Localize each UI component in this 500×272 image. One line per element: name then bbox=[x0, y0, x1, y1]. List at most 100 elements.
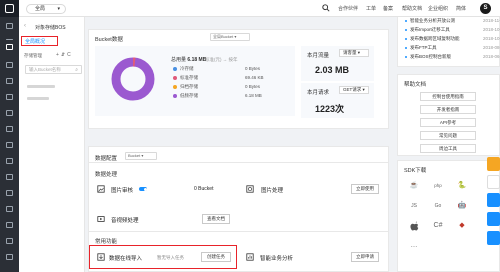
ios-icon[interactable] bbox=[405, 219, 423, 233]
grid-icon[interactable] bbox=[6, 23, 13, 29]
region-select[interactable]: 全局 ▾ bbox=[26, 4, 66, 14]
sdk-card: SDK下载 ☕ php 🐍 JS Go 🤖 C# ◆ … bbox=[397, 160, 500, 272]
menu-line-icon bbox=[6, 39, 13, 40]
csharp-icon[interactable]: C# bbox=[429, 219, 447, 233]
expand-icon[interactable] bbox=[6, 44, 13, 50]
view-docs-button[interactable]: 查看文档 bbox=[202, 214, 230, 224]
topnav-ticket[interactable]: 工单 bbox=[366, 5, 376, 12]
help-link-tools[interactable]: 周边工具 bbox=[420, 144, 476, 153]
search-icon[interactable] bbox=[322, 4, 330, 12]
feedback-float-button[interactable] bbox=[487, 157, 500, 171]
use-now-button[interactable]: 立即使用 bbox=[351, 184, 379, 194]
config-bucket-select[interactable]: Bucket ▾ bbox=[125, 152, 157, 160]
bullet-icon bbox=[405, 28, 407, 31]
smart-analysis-label: 智能业务分析 bbox=[260, 256, 294, 262]
chevron-down-icon: ▾ bbox=[57, 6, 60, 12]
bucket-search-input[interactable]: 输入Bucket名称 ⌕ bbox=[25, 65, 82, 74]
android-icon[interactable]: 🤖 bbox=[453, 199, 471, 213]
image-audit-toggle[interactable] bbox=[139, 187, 147, 191]
data-processing-card: 数据处理 图片审核 0 Bucket 图片处理 立即使用 音视频处理 查看文档 bbox=[88, 162, 389, 237]
news-date: 2018-10-16 bbox=[483, 27, 500, 32]
settings-icon[interactable] bbox=[6, 254, 13, 260]
request-type-value: GET请求 bbox=[343, 87, 362, 92]
cdn-icon[interactable] bbox=[6, 142, 13, 148]
legend-infrequent: 低频存储 bbox=[173, 93, 198, 99]
network-icon[interactable] bbox=[6, 94, 13, 100]
total-usage-value: 6.18 MB bbox=[187, 57, 207, 63]
image-processing-label: 图片处理 bbox=[261, 188, 284, 194]
news-title: 发布数据跨区域复制功能 bbox=[410, 36, 460, 41]
doc-float-button[interactable] bbox=[487, 212, 500, 226]
bucket-data-card: Bucket数据 全局Bucket ▾ 总用量 6.18 MB 标准(元) → … bbox=[88, 29, 389, 129]
go-icon[interactable]: Go bbox=[429, 199, 447, 213]
bucket-data-title: Bucket数据 bbox=[95, 37, 123, 43]
bucket-management-label: 存储管理 bbox=[24, 53, 42, 58]
apply-now-button[interactable]: 立即申请 bbox=[351, 252, 379, 262]
help-link-faq[interactable]: 常见问题 bbox=[420, 131, 476, 140]
logo[interactable] bbox=[0, 0, 19, 17]
help-link-api[interactable]: API参考 bbox=[420, 118, 476, 127]
product-title: 对象存储BOS bbox=[35, 25, 66, 31]
help-docs-title: 帮助文档 bbox=[404, 82, 427, 88]
chat-float-button[interactable] bbox=[487, 175, 500, 189]
video-icon bbox=[97, 216, 105, 222]
left-rail bbox=[0, 17, 19, 272]
tools-icon[interactable] bbox=[6, 238, 13, 244]
request-type-select[interactable]: GET请求 ▾ bbox=[339, 86, 369, 94]
topnav-partners[interactable]: 合作伙伴 bbox=[338, 5, 358, 12]
legend-cold-label: 冷存储 bbox=[180, 66, 194, 71]
monthly-traffic-value: 2.03 MB bbox=[315, 65, 350, 75]
security-icon[interactable] bbox=[6, 126, 13, 132]
monthly-requests-box: 本月请求 GET请求 ▾ 1223次 bbox=[301, 83, 374, 118]
news-item[interactable]: 发布数据跨区域复制功能 2018-10-11 bbox=[405, 36, 500, 42]
news-item[interactable]: 发布FTP工具 2018-08-28 bbox=[405, 45, 500, 51]
ai-icon[interactable] bbox=[6, 174, 13, 180]
more-icon[interactable]: … bbox=[405, 239, 423, 253]
bucket-select[interactable]: 全局Bucket ▾ bbox=[210, 33, 250, 41]
news-card: 智能业务分析开放公测 2018-11-29 发布Import迁移工具 2018-10… bbox=[397, 17, 500, 67]
news-item[interactable]: 发布Import迁移工具 2018-10-16 bbox=[405, 27, 500, 33]
topnav-enterprise[interactable]: 企业组织 bbox=[428, 5, 448, 12]
bullet-icon bbox=[405, 46, 407, 49]
java-icon[interactable]: ☕ bbox=[405, 179, 423, 193]
js-icon[interactable]: JS bbox=[405, 199, 423, 213]
topnav-language[interactable]: 简体 bbox=[456, 5, 466, 12]
edit-float-button[interactable] bbox=[487, 193, 500, 207]
news-date: 2018-08-28 bbox=[483, 45, 500, 50]
database-icon[interactable] bbox=[6, 110, 13, 116]
bucket-list-item[interactable] bbox=[27, 97, 49, 100]
iot-icon[interactable] bbox=[6, 190, 13, 196]
traffic-type-select[interactable]: 请客量 ▾ bbox=[339, 49, 369, 57]
news-item[interactable]: 智能业务分析开放公测 2018-11-29 bbox=[405, 18, 500, 24]
product-sidebar: ‹ 对象存储BOS 全局概况 存储管理 +⇵C 输入Bucket名称 ⌕ bbox=[19, 17, 85, 272]
ruby-icon[interactable]: ◆ bbox=[453, 219, 471, 233]
python-icon[interactable]: 🐍 bbox=[453, 179, 471, 193]
legend-standard-value: 69.46 KB bbox=[245, 75, 264, 80]
phone-float-button[interactable] bbox=[487, 231, 500, 245]
storage-icon[interactable] bbox=[6, 78, 13, 84]
news-date: 2018-11-29 bbox=[483, 18, 500, 23]
topnav-beian[interactable]: 备案 bbox=[383, 5, 393, 12]
legend-dot bbox=[173, 75, 177, 80]
back-arrow-icon[interactable]: ‹ bbox=[24, 23, 26, 29]
compute-icon[interactable] bbox=[6, 62, 13, 68]
topnav-help-docs[interactable]: 帮助文档 bbox=[402, 5, 422, 12]
avatar[interactable]: S bbox=[480, 3, 491, 14]
help-link-console-guide[interactable]: 控制台使用指南 bbox=[420, 92, 476, 101]
storage-usage-panel: 总用量 6.18 MB 标准(元) → 按年 冷存储 0 Bytes 标准存储 … bbox=[95, 46, 295, 116]
legend-archive-value: 0 Bytes bbox=[245, 84, 261, 89]
help-link-dev-guide[interactable]: 开发者指南 bbox=[420, 105, 476, 114]
total-usage: 总用量 6.18 MB bbox=[171, 56, 206, 63]
top-bar: 全局 ▾ 合作伙伴 工单 备案 帮助文档 企业组织 简体 S bbox=[0, 0, 500, 17]
refresh-icon[interactable]: C bbox=[67, 52, 73, 58]
bullet-icon bbox=[405, 37, 407, 40]
sdk-title: SDK下载 bbox=[404, 168, 427, 174]
news-item[interactable]: 发布BOS控制台新版 2018-06-11 bbox=[405, 54, 500, 60]
analytics-icon[interactable] bbox=[6, 158, 13, 164]
bucket-list-item[interactable] bbox=[27, 85, 55, 88]
nav-item-overview[interactable]: 全局概况 bbox=[21, 36, 58, 46]
monitor-icon[interactable] bbox=[6, 222, 13, 228]
media-icon[interactable] bbox=[6, 206, 13, 212]
php-icon[interactable]: php bbox=[429, 179, 447, 193]
monthly-requests-label: 本月请求 bbox=[307, 90, 330, 96]
